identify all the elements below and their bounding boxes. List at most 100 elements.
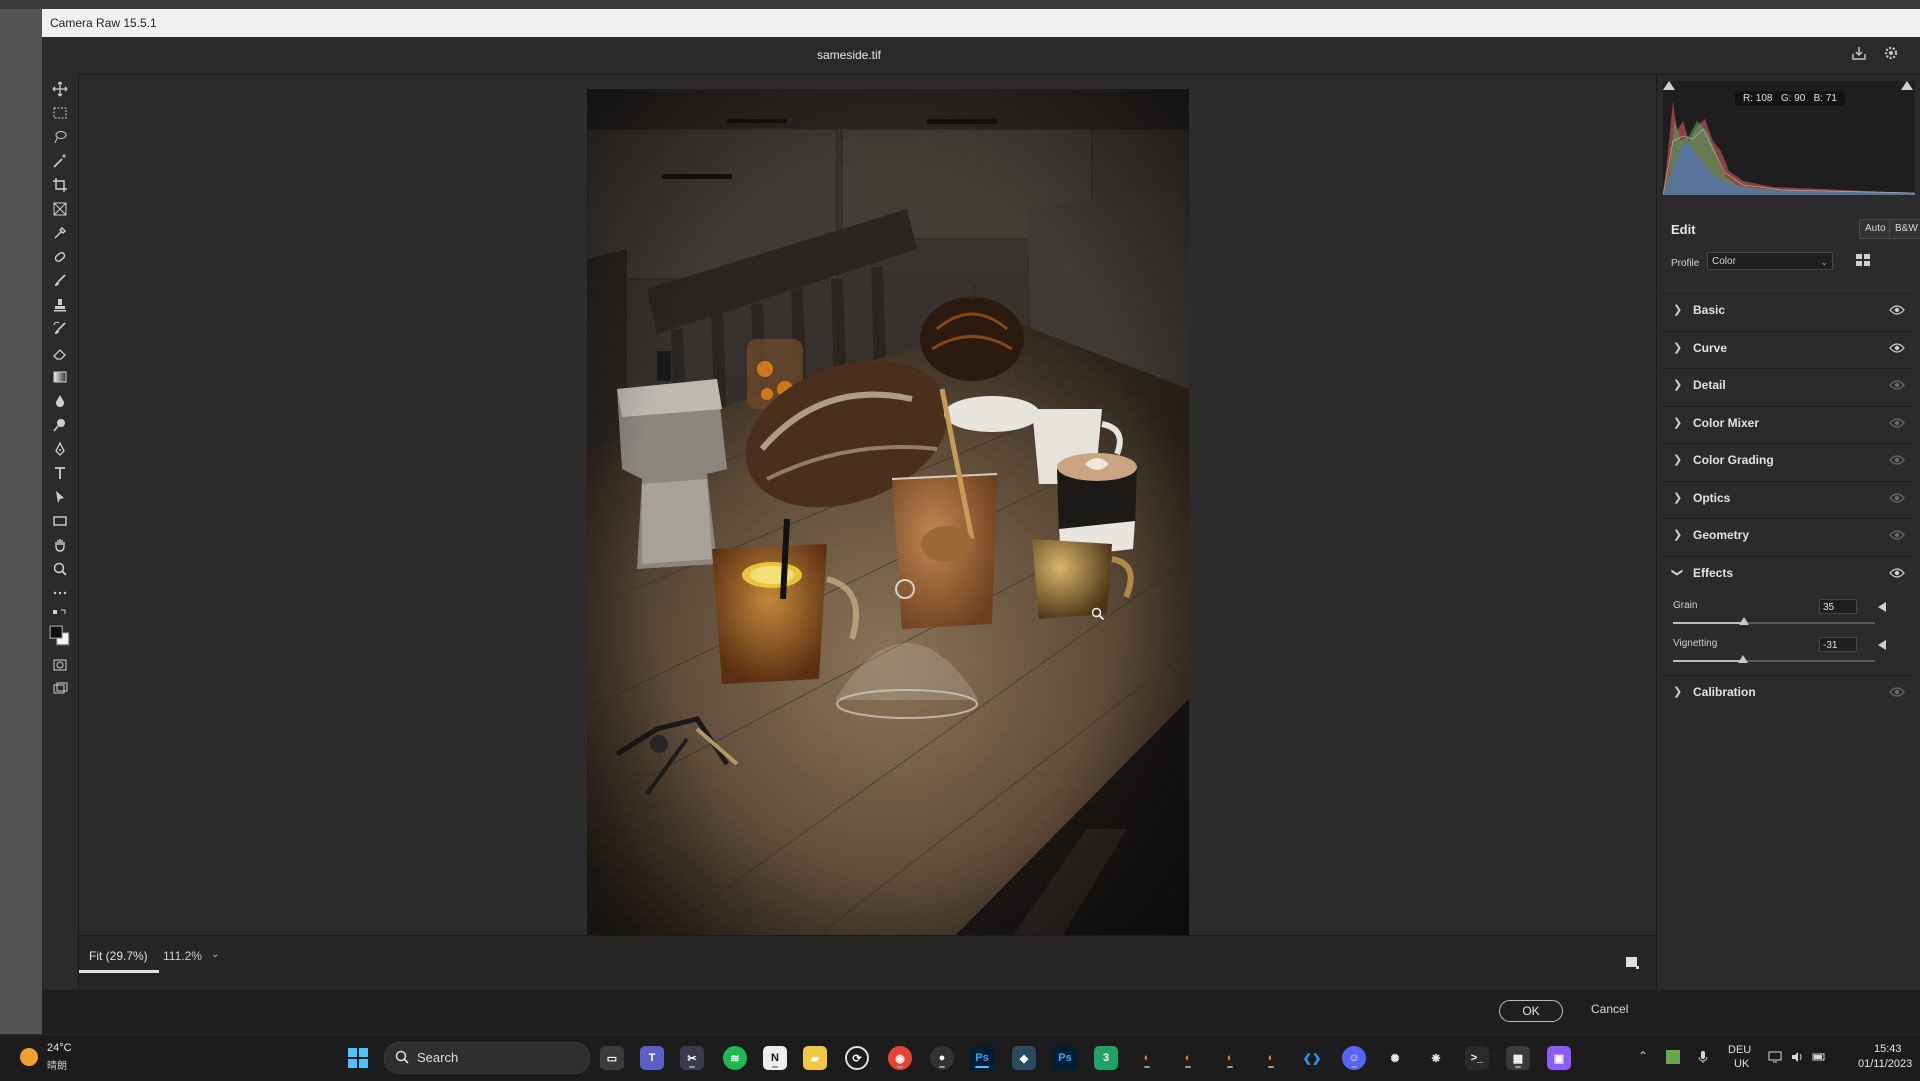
- profile-browser-icon[interactable]: [1855, 251, 1875, 271]
- section-color-grading[interactable]: ❯ Color Grading: [1663, 443, 1915, 477]
- path-selection-icon[interactable]: [48, 486, 72, 508]
- visibility-eye-icon[interactable]: [1889, 567, 1905, 579]
- blender-icon[interactable]: ◐: [1135, 1046, 1159, 1070]
- display-icon[interactable]: [1768, 1050, 1782, 1064]
- healing-brush-icon[interactable]: [48, 246, 72, 268]
- chrome-icon[interactable]: ◉: [888, 1046, 912, 1070]
- zoom-percent-button[interactable]: 111.2%: [163, 949, 202, 963]
- hand-tool-icon[interactable]: [48, 534, 72, 556]
- section-basic[interactable]: ❯ Basic: [1663, 293, 1915, 327]
- chatgpt-icon[interactable]: ❋: [1424, 1046, 1448, 1070]
- blur-tool-icon[interactable]: [48, 390, 72, 412]
- crop-tool-icon[interactable]: [48, 174, 72, 196]
- quick-mask-icon[interactable]: [48, 654, 72, 676]
- vignetting-slider-thumb[interactable]: [1737, 655, 1748, 663]
- clock-date[interactable]: 01/11/2023: [1858, 1058, 1912, 1070]
- more-tools-icon[interactable]: [48, 582, 72, 604]
- weather-sun-icon[interactable]: [20, 1048, 38, 1066]
- pen-tool-icon[interactable]: [48, 438, 72, 460]
- photoshop-beta-icon[interactable]: Ps: [1053, 1046, 1077, 1070]
- snipping-tool-icon[interactable]: ✂: [680, 1046, 704, 1070]
- microphone-icon[interactable]: [1696, 1050, 1710, 1064]
- move-tool-icon[interactable]: [48, 78, 72, 100]
- blender-icon-4[interactable]: ◐: [1259, 1046, 1283, 1070]
- visibility-eye-icon[interactable]: [1889, 454, 1905, 466]
- section-geometry[interactable]: ❯ Geometry: [1663, 518, 1915, 552]
- vscode-icon[interactable]: ❮❯: [1300, 1046, 1324, 1070]
- visibility-eye-icon[interactable]: [1889, 686, 1905, 698]
- section-optics[interactable]: ❯ Optics: [1663, 481, 1915, 515]
- grain-slider-thumb[interactable]: [1738, 617, 1749, 625]
- teams-icon[interactable]: T: [640, 1046, 664, 1070]
- file-explorer-icon[interactable]: ▰: [803, 1046, 827, 1070]
- auto-button[interactable]: Auto: [1859, 219, 1892, 239]
- visibility-eye-icon[interactable]: [1889, 529, 1905, 541]
- grain-slider-track[interactable]: [1673, 622, 1875, 624]
- taskbar-search-input[interactable]: Search: [384, 1042, 590, 1074]
- screen-recorder-icon[interactable]: ●: [930, 1046, 954, 1070]
- weather-temperature[interactable]: 24°C: [47, 1042, 72, 1054]
- zoom-fit-button[interactable]: Fit (29.7%): [89, 949, 148, 963]
- tray-app-icon[interactable]: [1666, 1050, 1680, 1064]
- section-color-mixer[interactable]: ❯ Color Mixer: [1663, 406, 1915, 440]
- section-calibration[interactable]: ❯ Calibration: [1663, 675, 1915, 709]
- keyboard-language[interactable]: DEU: [1728, 1044, 1751, 1056]
- highlight-clipping-icon[interactable]: [1901, 81, 1913, 90]
- single-view-icon[interactable]: [1624, 954, 1640, 970]
- volume-icon[interactable]: [1790, 1050, 1804, 1064]
- grain-value-field[interactable]: 35: [1819, 599, 1857, 614]
- lasso-tool-icon[interactable]: [48, 126, 72, 148]
- rectangle-tool-icon[interactable]: [48, 510, 72, 532]
- magic-wand-icon[interactable]: [48, 150, 72, 172]
- visibility-eye-icon[interactable]: [1889, 304, 1905, 316]
- spreadsheet-app-icon[interactable]: 3: [1094, 1046, 1118, 1070]
- image-canvas[interactable]: [79, 75, 1656, 944]
- blender-icon-3[interactable]: ◐: [1218, 1046, 1242, 1070]
- color-swatches-icon[interactable]: [48, 622, 72, 650]
- vignetting-slider-track[interactable]: [1673, 660, 1875, 662]
- battery-icon[interactable]: [1812, 1050, 1826, 1064]
- frame-tool-icon[interactable]: [48, 198, 72, 220]
- terminal-icon[interactable]: >_: [1465, 1046, 1489, 1070]
- gradient-tool-icon[interactable]: [48, 366, 72, 388]
- weather-description[interactable]: 晴朗: [47, 1057, 67, 1072]
- discord-icon[interactable]: ☺: [1342, 1046, 1366, 1070]
- marquee-tool-icon[interactable]: [48, 102, 72, 124]
- vignetting-value-field[interactable]: -31: [1819, 637, 1857, 652]
- visibility-eye-icon[interactable]: [1889, 342, 1905, 354]
- blender-icon-2[interactable]: ◐: [1176, 1046, 1200, 1070]
- settings-gear-icon[interactable]: [1880, 45, 1902, 67]
- aperture-app-icon[interactable]: ✺: [1383, 1046, 1407, 1070]
- history-brush-icon[interactable]: [48, 318, 72, 340]
- notion-icon[interactable]: N: [763, 1046, 787, 1070]
- spotify-icon[interactable]: ≋: [723, 1046, 747, 1070]
- cancel-button[interactable]: Cancel: [1591, 1002, 1628, 1016]
- keyboard-layout[interactable]: UK: [1734, 1058, 1749, 1070]
- shadow-clipping-icon[interactable]: [1663, 81, 1675, 90]
- windows-start-icon[interactable]: [348, 1048, 368, 1068]
- visibility-eye-icon[interactable]: [1889, 379, 1905, 391]
- bw-button[interactable]: B&W: [1889, 219, 1920, 239]
- section-effects[interactable]: ❯ Effects: [1663, 556, 1915, 590]
- ok-button[interactable]: OK: [1499, 1000, 1563, 1022]
- dodge-tool-icon[interactable]: [48, 414, 72, 436]
- zoom-dropdown-chevron-icon[interactable]: ⌄: [211, 949, 219, 960]
- eraser-tool-icon[interactable]: [48, 342, 72, 364]
- section-curve[interactable]: ❯ Curve: [1663, 331, 1915, 365]
- profile-select[interactable]: Color ⌄: [1707, 252, 1833, 270]
- davinci-icon[interactable]: ◆: [1012, 1046, 1036, 1070]
- brush-tool-icon[interactable]: [48, 270, 72, 292]
- grain-reset-icon[interactable]: [1878, 602, 1886, 612]
- clock-time[interactable]: 15:43: [1874, 1043, 1902, 1055]
- type-tool-icon[interactable]: [48, 462, 72, 484]
- tray-overflow-chevron-icon[interactable]: ⌃: [1638, 1049, 1648, 1063]
- purple-app-icon[interactable]: ▣: [1547, 1046, 1571, 1070]
- visibility-eye-icon[interactable]: [1889, 492, 1905, 504]
- vignetting-reset-icon[interactable]: [1878, 640, 1886, 650]
- stamp-tool-icon[interactable]: [48, 294, 72, 316]
- task-view-icon[interactable]: ▭: [600, 1046, 624, 1070]
- section-detail[interactable]: ❯ Detail: [1663, 368, 1915, 402]
- visibility-eye-icon[interactable]: [1889, 417, 1905, 429]
- screen-mode-icon[interactable]: [48, 678, 72, 700]
- calculator-icon[interactable]: ▦: [1506, 1046, 1530, 1070]
